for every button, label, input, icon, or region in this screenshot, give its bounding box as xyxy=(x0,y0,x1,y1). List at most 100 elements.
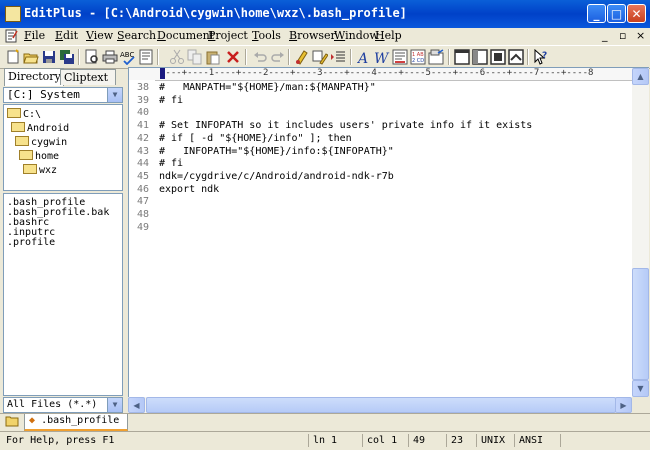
undo-icon[interactable] xyxy=(252,49,268,65)
spellcheck-icon[interactable]: ABC xyxy=(120,49,136,65)
drive-select-value: [C:] System xyxy=(7,88,80,101)
delete-icon[interactable] xyxy=(225,49,241,65)
chevron-down-icon[interactable]: ▼ xyxy=(107,88,122,102)
code-line[interactable]: export ndk xyxy=(159,184,219,197)
size-grip[interactable] xyxy=(632,397,649,413)
document-icon[interactable] xyxy=(4,29,18,43)
ruler-caret xyxy=(160,68,165,79)
file-filter-value: All Files (*.*) xyxy=(7,399,98,410)
print-icon[interactable] xyxy=(102,49,118,65)
word-wrap-icon[interactable]: W xyxy=(374,49,390,65)
scroll-down-button[interactable]: ▼ xyxy=(632,380,649,397)
scroll-up-button[interactable]: ▲ xyxy=(632,68,649,85)
directory-window-icon[interactable] xyxy=(472,49,488,65)
svg-text:W: W xyxy=(374,51,390,65)
paste-icon[interactable] xyxy=(205,49,221,65)
line-number: 44 xyxy=(136,158,149,170)
code-line[interactable]: ndk=/cygdrive/c/Android/android-ndk-r7b xyxy=(159,171,394,184)
menu-project[interactable]: Project xyxy=(208,29,248,42)
code-line[interactable]: # Set INFOPATH so it includes users' pri… xyxy=(159,120,532,133)
folder-open-icon xyxy=(15,136,29,146)
drive-select[interactable]: [C:] System ▼ xyxy=(3,87,123,103)
document-tabs: ◆ .bash_profile xyxy=(0,413,650,431)
file-filter-select[interactable]: All Files (*.*) ▼ xyxy=(3,397,123,413)
whats-this-icon[interactable]: ? xyxy=(533,49,549,65)
menu-browser[interactable]: Browser xyxy=(289,29,336,42)
code-line[interactable]: # fi xyxy=(159,95,183,108)
line-number: 45 xyxy=(136,170,149,182)
title-bar[interactable]: EditPlus - [C:\Android\cygwin\home\wxz\.… xyxy=(0,0,650,28)
chevron-down-icon[interactable]: ▼ xyxy=(107,398,122,412)
indent-icon[interactable] xyxy=(330,49,346,65)
menu-document[interactable]: Document xyxy=(157,29,214,42)
tree-node[interactable]: home xyxy=(19,150,59,164)
replace-icon[interactable] xyxy=(312,49,328,65)
new-icon[interactable] xyxy=(5,49,21,65)
output-window-icon[interactable] xyxy=(428,49,444,65)
list-item[interactable]: .profile xyxy=(7,238,55,248)
tree-node-label: wxz xyxy=(39,165,58,176)
code-line[interactable]: # fi xyxy=(159,158,183,171)
menu-view[interactable]: View xyxy=(86,29,113,42)
line-number-icon[interactable]: 1 AB2 CD xyxy=(410,49,426,65)
save-icon[interactable] xyxy=(41,49,57,65)
tree-node[interactable]: Android xyxy=(11,122,69,136)
doc-tab-bash-profile[interactable]: ◆ .bash_profile xyxy=(24,414,129,431)
menu-edit[interactable]: Edit xyxy=(55,29,78,42)
tab-directory[interactable]: Directory xyxy=(4,68,64,86)
code-line[interactable]: # MANPATH="${HOME}/man:${MANPATH}" xyxy=(159,82,376,95)
line-number: 40 xyxy=(136,107,149,119)
copy-icon[interactable] xyxy=(187,49,203,65)
tree-node[interactable]: C:\ xyxy=(7,108,41,122)
html-toolbar-icon[interactable] xyxy=(138,49,154,65)
ruler-scale: ----+----1----+----2----+----3----+----4… xyxy=(160,68,594,78)
clip-window-icon[interactable] xyxy=(508,49,524,65)
print-preview-icon[interactable] xyxy=(84,49,100,65)
minimize-button[interactable]: _ xyxy=(587,4,606,23)
line-number: 38 xyxy=(136,82,149,93)
cut-icon[interactable] xyxy=(169,49,185,65)
editor-area[interactable]: ----+----1----+----2----+----3----+----4… xyxy=(128,67,632,397)
maximize-button[interactable]: □ xyxy=(607,4,626,23)
ruler-icon[interactable] xyxy=(392,49,408,65)
tree-node[interactable]: wxz xyxy=(23,164,57,178)
app-icon[interactable] xyxy=(5,6,21,22)
vertical-scrollbar[interactable]: ▲ ▼ xyxy=(632,67,649,397)
file-list[interactable]: .bash_profile .bash_profile.bak .bashrc … xyxy=(3,193,123,396)
cliptext-icon[interactable] xyxy=(454,49,470,65)
mdi-close-button[interactable]: × xyxy=(636,29,645,42)
menu-tools[interactable]: Tools xyxy=(252,29,281,42)
scroll-right-button[interactable]: ▶ xyxy=(615,397,632,413)
line-number-gutter: 38 39 40 41 42 43 44 45 46 47 48 49 xyxy=(129,80,155,397)
scroll-left-button[interactable]: ◀ xyxy=(128,397,145,413)
code-line[interactable]: # INFOPATH="${HOME}/info:${INFOPATH}" xyxy=(159,146,394,159)
close-button[interactable]: ✕ xyxy=(627,4,646,23)
find-icon[interactable] xyxy=(294,49,310,65)
redo-icon[interactable] xyxy=(270,49,286,65)
full-screen-icon[interactable] xyxy=(490,49,506,65)
folder-icon[interactable] xyxy=(5,415,19,427)
line-number: 41 xyxy=(136,120,149,132)
horizontal-scroll-thumb[interactable] xyxy=(146,397,616,413)
font-icon[interactable]: A xyxy=(356,49,372,65)
save-all-icon[interactable] xyxy=(59,49,75,65)
menu-search[interactable]: Search xyxy=(117,29,156,42)
horizontal-scrollbar[interactable]: ◀ ▶ xyxy=(128,397,632,413)
folder-open-icon xyxy=(19,150,33,160)
open-icon[interactable] xyxy=(23,49,39,65)
code-line[interactable]: # if [ -d "${HOME}/info" ]; then xyxy=(159,133,352,146)
menu-file[interactable]: File xyxy=(24,29,45,42)
mdi-minimize-button[interactable]: _ xyxy=(602,29,608,42)
folder-open-icon xyxy=(23,164,37,174)
document-icon: ◆ xyxy=(29,415,36,426)
status-chars: 23 xyxy=(446,434,476,447)
menu-window[interactable]: Window xyxy=(334,29,379,42)
tab-cliptext[interactable]: Cliptext xyxy=(60,69,116,85)
mdi-restore-button[interactable]: ▫ xyxy=(619,29,626,42)
status-bar: For Help, press F1 ln 1 col 1 49 23 UNIX… xyxy=(0,431,650,450)
menu-help[interactable]: Help xyxy=(375,29,402,42)
vertical-scroll-thumb[interactable] xyxy=(632,268,649,380)
directory-tree[interactable]: C:\ Android cygwin home wxz xyxy=(3,104,123,191)
tree-node[interactable]: cygwin xyxy=(15,136,67,150)
window-title: EditPlus - [C:\Android\cygwin\home\wxz\.… xyxy=(24,6,407,20)
